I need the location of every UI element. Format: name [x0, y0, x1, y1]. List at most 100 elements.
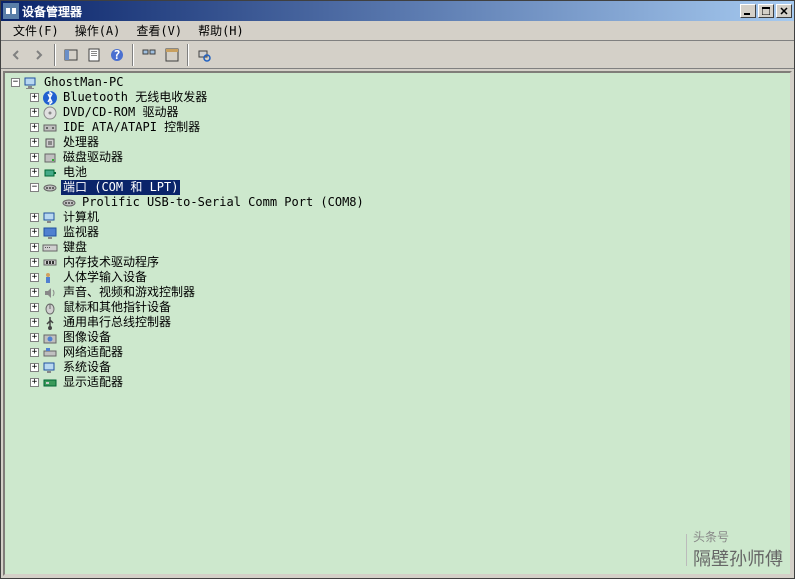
minimize-button[interactable] [740, 4, 756, 18]
expand-toggle[interactable] [30, 153, 39, 162]
tree-label: GhostMan-PC [42, 75, 125, 90]
device-manager-window: 设备管理器 文件(F) 操作(A) 查看(V) 帮助(H) ? GhostMa [0, 0, 795, 579]
expand-toggle[interactable] [30, 138, 39, 147]
expand-toggle[interactable] [30, 288, 39, 297]
tree-view[interactable]: GhostMan-PC Bluetooth 无线电收发器 DVD/CD-ROM … [3, 71, 792, 576]
close-button[interactable] [776, 4, 792, 18]
tree-item-usb[interactable]: 通用串行总线控制器 [9, 315, 786, 330]
tree-label: IDE ATA/ATAPI 控制器 [61, 120, 202, 135]
menu-action[interactable]: 操作(A) [67, 20, 129, 41]
scan-hardware-button[interactable] [193, 44, 215, 66]
network-icon [42, 345, 58, 361]
toolbar: ? [1, 41, 794, 69]
tree-label: 处理器 [61, 135, 101, 150]
tree-item-dvd[interactable]: DVD/CD-ROM 驱动器 [9, 105, 786, 120]
expand-toggle[interactable] [30, 258, 39, 267]
tree-item-monitor[interactable]: 监视器 [9, 225, 786, 240]
expand-toggle[interactable] [30, 348, 39, 357]
toolbar-separator [54, 44, 56, 66]
expand-toggle[interactable] [30, 273, 39, 282]
expand-toggle[interactable] [30, 303, 39, 312]
monitor-icon [42, 225, 58, 241]
watermark: 头条号 隔壁孙师傅 [686, 528, 783, 571]
tree-item-system[interactable]: 系统设备 [9, 360, 786, 375]
keyboard-icon [42, 240, 58, 256]
toolbar-separator [132, 44, 134, 66]
tree-label: Bluetooth 无线电收发器 [61, 90, 209, 105]
tree-item-imaging[interactable]: 图像设备 [9, 330, 786, 345]
tree-root[interactable]: GhostMan-PC [9, 75, 786, 90]
system-icon [42, 360, 58, 376]
expand-toggle[interactable] [30, 168, 39, 177]
expand-toggle[interactable] [30, 183, 39, 192]
tree-label: 监视器 [61, 225, 101, 240]
expand-toggle[interactable] [30, 123, 39, 132]
port-icon [61, 195, 77, 211]
watermark-line2: 隔壁孙师傅 [693, 545, 783, 571]
tree-label: 磁盘驱动器 [61, 150, 125, 165]
cpu-icon [42, 135, 58, 151]
tree-item-sound[interactable]: 声音、视频和游戏控制器 [9, 285, 786, 300]
tree-label: 键盘 [61, 240, 89, 255]
expand-toggle[interactable] [30, 333, 39, 342]
computer-icon [23, 75, 39, 91]
menu-file[interactable]: 文件(F) [5, 20, 67, 41]
mouse-icon [42, 300, 58, 316]
tree-label: 网络适配器 [61, 345, 125, 360]
tree-label: 人体学输入设备 [61, 270, 149, 285]
tree-label: Prolific USB-to-Serial Comm Port (COM8) [80, 195, 366, 210]
device-tree: GhostMan-PC Bluetooth 无线电收发器 DVD/CD-ROM … [9, 75, 786, 390]
expand-toggle[interactable] [30, 378, 39, 387]
tree-item-memory[interactable]: 内存技术驱动程序 [9, 255, 786, 270]
hid-icon [42, 270, 58, 286]
tree-item-battery[interactable]: 电池 [9, 165, 786, 180]
tree-label: 声音、视频和游戏控制器 [61, 285, 197, 300]
tree-item-com-port[interactable]: Prolific USB-to-Serial Comm Port (COM8) [9, 195, 786, 210]
expand-toggle[interactable] [30, 213, 39, 222]
tree-item-ports[interactable]: 端口 (COM 和 LPT) [9, 180, 786, 195]
tree-label: 计算机 [61, 210, 101, 225]
menu-help[interactable]: 帮助(H) [190, 20, 252, 41]
port-icon [42, 180, 58, 196]
expand-toggle[interactable] [11, 78, 20, 87]
tree-item-hid[interactable]: 人体学输入设备 [9, 270, 786, 285]
forward-button[interactable] [28, 44, 50, 66]
tree-label: 图像设备 [61, 330, 113, 345]
tree-label: 电池 [61, 165, 89, 180]
expand-toggle[interactable] [30, 228, 39, 237]
tree-item-network[interactable]: 网络适配器 [9, 345, 786, 360]
tree-item-disk[interactable]: 磁盘驱动器 [9, 150, 786, 165]
expand-toggle[interactable] [30, 93, 39, 102]
tree-label: 鼠标和其他指针设备 [61, 300, 173, 315]
expand-toggle[interactable] [30, 108, 39, 117]
help-button[interactable]: ? [106, 44, 128, 66]
expand-toggle[interactable] [30, 243, 39, 252]
controller-icon [42, 120, 58, 136]
view-devices-by-connection-button[interactable] [161, 44, 183, 66]
svg-text:?: ? [113, 48, 120, 62]
tree-item-bluetooth[interactable]: Bluetooth 无线电收发器 [9, 90, 786, 105]
watermark-line1: 头条号 [693, 528, 783, 545]
menu-view[interactable]: 查看(V) [128, 20, 190, 41]
tree-item-processor[interactable]: 处理器 [9, 135, 786, 150]
tree-label: 端口 (COM 和 LPT) [61, 180, 180, 195]
tree-item-mouse[interactable]: 鼠标和其他指针设备 [9, 300, 786, 315]
titlebar: 设备管理器 [1, 1, 794, 21]
tree-item-ide[interactable]: IDE ATA/ATAPI 控制器 [9, 120, 786, 135]
tree-label: 显示适配器 [61, 375, 125, 390]
maximize-button[interactable] [758, 4, 774, 18]
properties-button[interactable] [83, 44, 105, 66]
tree-item-computer[interactable]: 计算机 [9, 210, 786, 225]
tree-label: 内存技术驱动程序 [61, 255, 161, 270]
back-button[interactable] [5, 44, 27, 66]
expand-toggle[interactable] [30, 318, 39, 327]
computer-icon [42, 210, 58, 226]
tree-item-display[interactable]: 显示适配器 [9, 375, 786, 390]
tree-label: 通用串行总线控制器 [61, 315, 173, 330]
expand-toggle[interactable] [30, 363, 39, 372]
show-hide-tree-button[interactable] [60, 44, 82, 66]
tree-item-keyboard[interactable]: 键盘 [9, 240, 786, 255]
view-devices-by-type-button[interactable] [138, 44, 160, 66]
sound-icon [42, 285, 58, 301]
tree-label: DVD/CD-ROM 驱动器 [61, 105, 180, 120]
